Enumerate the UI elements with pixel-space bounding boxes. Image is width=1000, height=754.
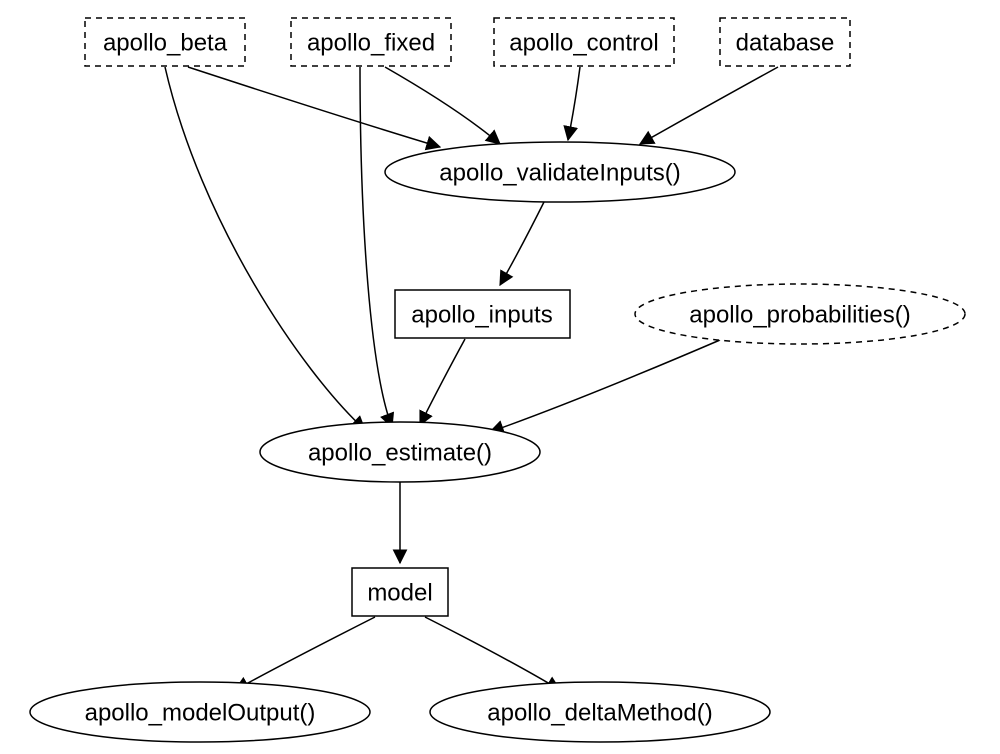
node-apollo-control: apollo_control	[494, 18, 674, 66]
label-apollo-inputs: apollo_inputs	[411, 301, 552, 328]
label-apollo-fixed: apollo_fixed	[307, 29, 435, 56]
node-apollo-inputs: apollo_inputs	[395, 290, 570, 338]
edge-probabilities-estimate	[490, 340, 720, 432]
label-model: model	[367, 579, 432, 606]
edge-beta-estimate	[165, 67, 365, 430]
node-apollo-fixed: apollo_fixed	[291, 18, 451, 66]
label-apollo-deltamethod: apollo_deltaMethod()	[487, 699, 712, 726]
node-apollo-validateinputs: apollo_validateInputs()	[385, 142, 735, 202]
edge-fixed-estimate	[360, 67, 392, 427]
edge-inputs-estimate	[420, 339, 465, 425]
label-apollo-modeloutput: apollo_modelOutput()	[85, 699, 316, 726]
workflow-diagram: apollo_beta apollo_fixed apollo_control …	[0, 0, 1000, 754]
label-apollo-control: apollo_control	[509, 29, 658, 56]
node-apollo-probabilities: apollo_probabilities()	[635, 284, 965, 344]
edge-validate-inputs	[500, 200, 545, 285]
label-apollo-validateinputs: apollo_validateInputs()	[439, 159, 681, 186]
edge-model-deltamethod	[425, 617, 560, 690]
label-apollo-beta: apollo_beta	[103, 29, 228, 56]
node-model: model	[352, 568, 448, 616]
edge-model-modeloutput	[235, 617, 375, 690]
edge-beta-validate	[188, 67, 440, 147]
node-database: database	[720, 18, 850, 66]
node-apollo-estimate: apollo_estimate()	[260, 422, 540, 482]
label-apollo-probabilities: apollo_probabilities()	[689, 301, 910, 328]
edge-database-validate	[640, 67, 778, 144]
node-apollo-beta: apollo_beta	[85, 18, 245, 66]
node-apollo-modeloutput: apollo_modelOutput()	[30, 682, 370, 742]
edge-control-validate	[568, 67, 580, 140]
edge-fixed-validate	[385, 67, 500, 144]
node-apollo-deltamethod: apollo_deltaMethod()	[430, 682, 770, 742]
label-apollo-estimate: apollo_estimate()	[308, 439, 492, 466]
label-database: database	[736, 29, 835, 56]
